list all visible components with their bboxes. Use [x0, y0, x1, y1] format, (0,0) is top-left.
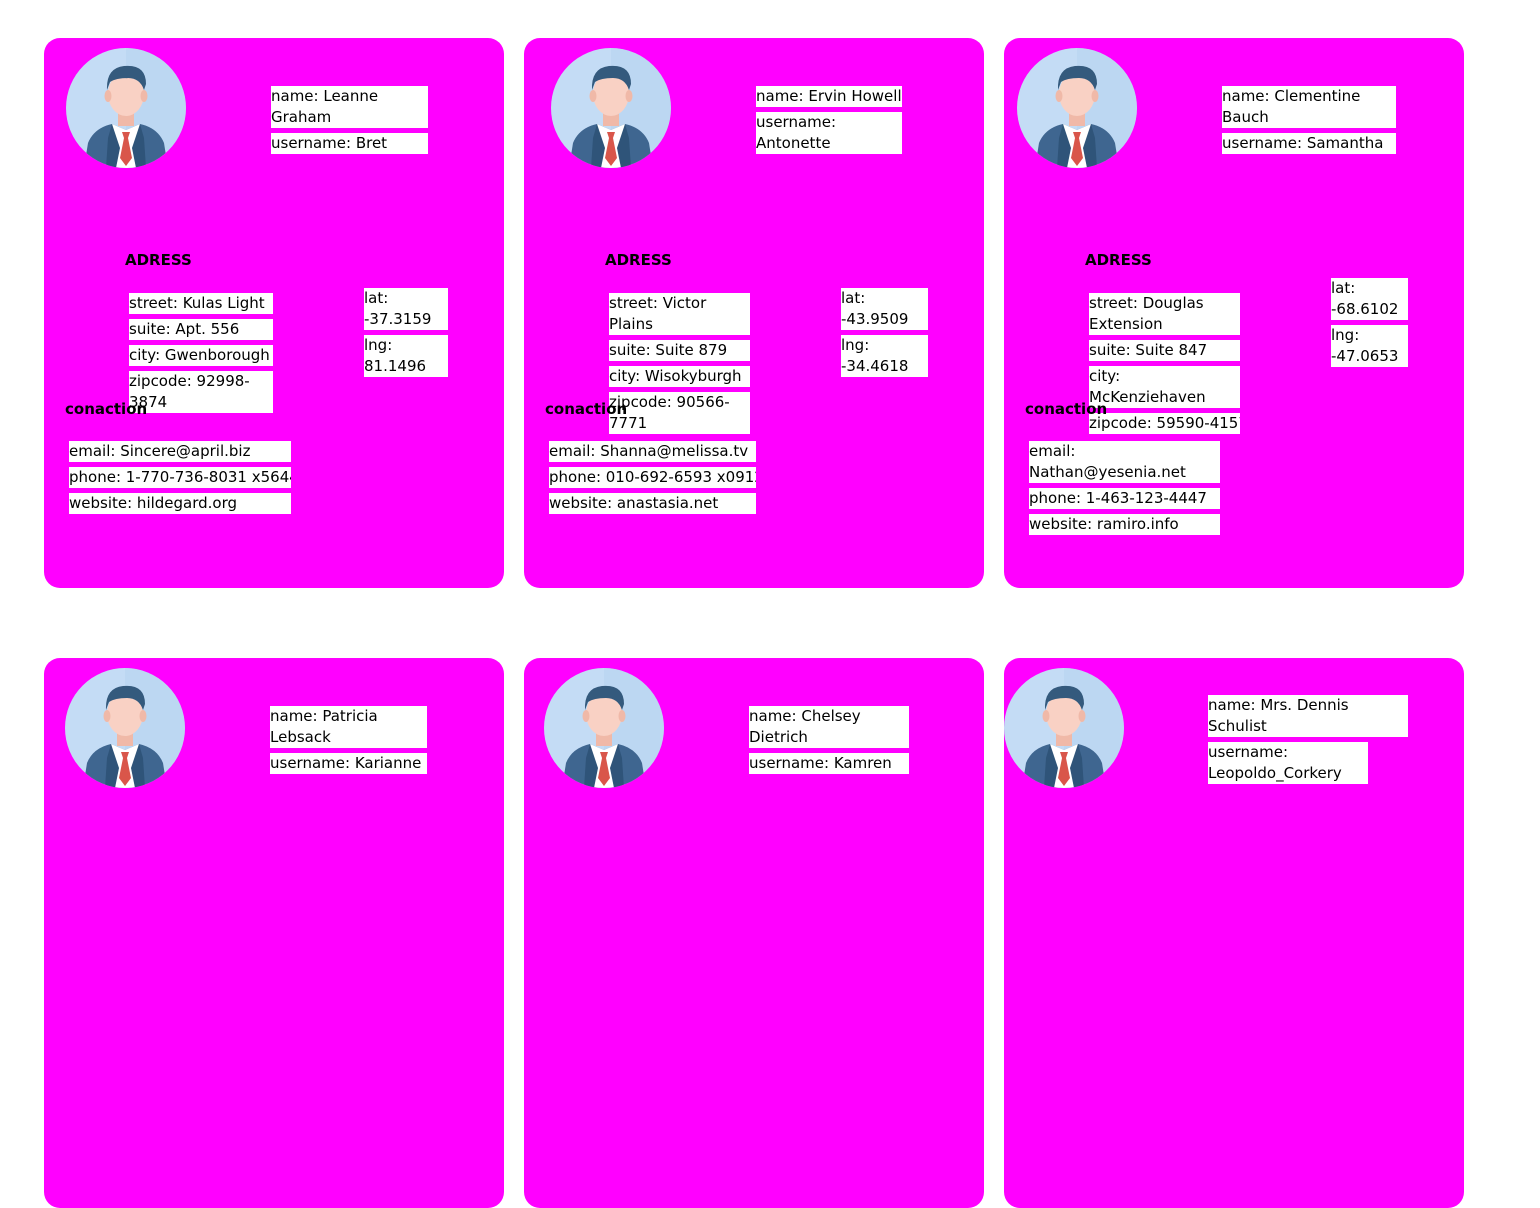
identity-box: name: Clementine Bauch username: Samanth… — [1222, 86, 1396, 159]
user-name: name: Leanne Graham — [271, 86, 428, 128]
address-zipcode: zipcode: 59590-4157 — [1089, 413, 1240, 434]
address-suite: suite: Suite 847 — [1089, 340, 1240, 361]
contact-heading: conaction — [1025, 400, 1108, 418]
geo-lng: lng: -47.0653 — [1331, 325, 1408, 367]
user-avatar-icon — [1004, 668, 1124, 788]
contact-box: email: Nathan@yesenia.net phone: 1-463-1… — [1029, 441, 1220, 540]
address-zipcode: zipcode: 90566-7771 — [609, 392, 750, 434]
address-street: street: Kulas Light — [129, 293, 273, 314]
user-card: name: Chelsey Dietrich username: Kamren — [524, 658, 984, 1208]
address-suite: suite: Suite 879 — [609, 340, 750, 361]
contact-box: email: Shanna@melissa.tv phone: 010-692-… — [549, 441, 756, 519]
user-username: username: Bret — [271, 133, 428, 154]
contact-email: email: Shanna@melissa.tv — [549, 441, 756, 462]
address-city: city: Wisokyburgh — [609, 366, 750, 387]
address-street: street: Douglas Extension — [1089, 293, 1240, 335]
geo-lng: lng: 81.1496 — [364, 335, 448, 377]
user-card: name: Mrs. Dennis Schulist username: Leo… — [1004, 658, 1464, 1208]
user-username: username: Kamren — [749, 753, 909, 774]
contact-email: email: Sincere@april.biz — [69, 441, 291, 462]
contact-website: website: ramiro.info — [1029, 514, 1220, 535]
address-heading: ADRESS — [1085, 251, 1152, 269]
address-street: street: Victor Plains — [609, 293, 750, 335]
contact-heading: conaction — [65, 400, 148, 418]
address-city: city: Gwenborough — [129, 345, 273, 366]
user-avatar-icon — [66, 48, 186, 168]
user-username: username: Samantha — [1222, 133, 1396, 154]
user-avatar-icon — [1017, 48, 1137, 168]
user-card: name: Leanne Graham username: Bret ADRES… — [44, 38, 504, 588]
user-avatar-icon — [551, 48, 671, 168]
address-city: city: McKenziehaven — [1089, 366, 1240, 408]
user-name: name: Ervin Howell — [756, 86, 902, 107]
geo-lng: lng: -34.4618 — [841, 335, 928, 377]
user-card: name: Patricia Lebsack username: Kariann… — [44, 658, 504, 1208]
contact-phone: phone: 1-770-736-8031 x56442 — [69, 467, 291, 488]
user-card: name: Clementine Bauch username: Samanth… — [1004, 38, 1464, 588]
identity-box: name: Leanne Graham username: Bret — [271, 86, 428, 159]
contact-phone: phone: 1-463-123-4447 — [1029, 488, 1220, 509]
geo-box: lat: -43.9509 lng: -34.4618 — [841, 288, 928, 382]
address-zipcode: zipcode: 92998-3874 — [129, 371, 273, 413]
user-avatar-icon — [65, 668, 185, 788]
contact-phone: phone: 010-692-6593 x09125 — [549, 467, 756, 488]
geo-box: lat: -68.6102 lng: -47.0653 — [1331, 278, 1408, 372]
contact-website: website: hildegard.org — [69, 493, 291, 514]
identity-box: name: Patricia Lebsack username: Kariann… — [270, 706, 427, 779]
address-box: street: Victor Plains suite: Suite 879 c… — [609, 293, 750, 439]
address-suite: suite: Apt. 556 — [129, 319, 273, 340]
user-name: name: Mrs. Dennis Schulist — [1208, 695, 1408, 737]
user-name: name: Clementine Bauch — [1222, 86, 1396, 128]
geo-box: lat: -37.3159 lng: 81.1496 — [364, 288, 448, 382]
user-card: name: Ervin Howell username: Antonette A… — [524, 38, 984, 588]
user-username: username: Karianne — [270, 753, 427, 774]
contact-email: email: Nathan@yesenia.net — [1029, 441, 1220, 483]
contact-box: email: Sincere@april.biz phone: 1-770-73… — [69, 441, 291, 519]
identity-box: name: Chelsey Dietrich username: Kamren — [749, 706, 909, 779]
user-avatar-icon — [544, 668, 664, 788]
geo-lat: lat: -37.3159 — [364, 288, 448, 330]
contact-heading: conaction — [545, 400, 628, 418]
contact-website: website: anastasia.net — [549, 493, 756, 514]
address-heading: ADRESS — [125, 251, 192, 269]
address-box: street: Douglas Extension suite: Suite 8… — [1089, 293, 1240, 439]
user-name: name: Patricia Lebsack — [270, 706, 427, 748]
address-heading: ADRESS — [605, 251, 672, 269]
user-username: username: Leopoldo_Corkery — [1208, 742, 1368, 784]
user-username: username: Antonette — [756, 112, 902, 154]
identity-box: name: Ervin Howell username: Antonette — [756, 86, 902, 159]
identity-box: name: Mrs. Dennis Schulist username: Leo… — [1208, 695, 1408, 789]
geo-lat: lat: -68.6102 — [1331, 278, 1408, 320]
address-box: street: Kulas Light suite: Apt. 556 city… — [129, 293, 273, 418]
user-name: name: Chelsey Dietrich — [749, 706, 909, 748]
geo-lat: lat: -43.9509 — [841, 288, 928, 330]
